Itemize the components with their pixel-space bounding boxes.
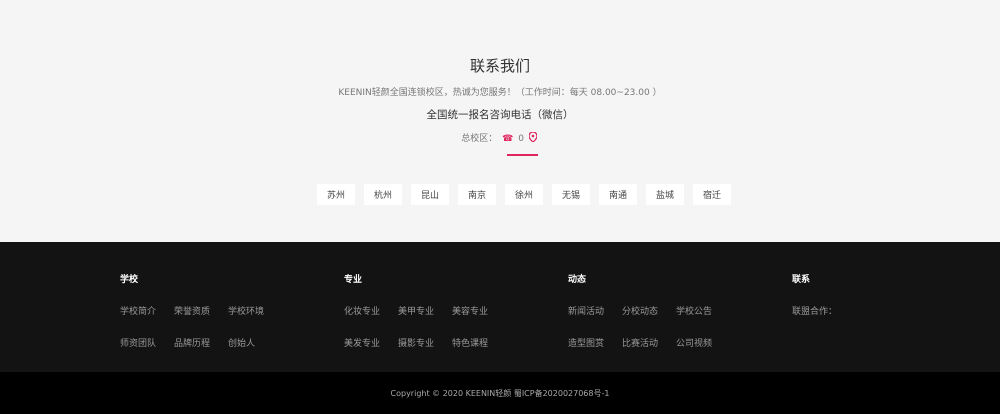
contact-section: 联系我们 KEENIN轻颜全国连锁校区，热诚为您服务！（工作时间：每天 08.0… (0, 0, 1000, 242)
footer-link[interactable]: 学校公告 (676, 304, 712, 317)
phone-icon: ☎ (502, 134, 514, 144)
city-suzhou[interactable]: 苏州 (317, 184, 355, 205)
campus-info: 总校区： ☎ 0 (0, 131, 1000, 144)
footer-link[interactable]: 美发专业 (344, 336, 380, 349)
city-hangzhou[interactable]: 杭州 (364, 184, 402, 205)
copyright-text: Copyright © 2020 KEENIN轻颜 蜀ICP备202002706… (390, 388, 610, 398)
footer-col-title: 联系 (792, 275, 811, 285)
footer-link[interactable]: 品牌历程 (174, 336, 210, 349)
city-nanjing[interactable]: 南京 (458, 184, 496, 205)
footer-link[interactable]: 荣誉资质 (174, 304, 210, 317)
location-pin-icon[interactable] (528, 131, 538, 144)
footer-col-title: 学校 (120, 275, 139, 285)
contact-title: 联系我们 (469, 57, 530, 75)
footer-link[interactable]: 造型图赏 (568, 336, 604, 349)
footer-col-contact: 联系 联盟合作： (792, 272, 837, 336)
city-xuzhou[interactable]: 徐州 (505, 184, 543, 205)
city-suqian[interactable]: 宿迁 (693, 184, 731, 205)
footer-link[interactable]: 学校环境 (228, 304, 264, 317)
footer-col-title: 专业 (344, 275, 363, 285)
city-yancheng[interactable]: 盐城 (646, 184, 684, 205)
accent-divider (507, 154, 538, 156)
footer-link[interactable]: 特色课程 (452, 336, 488, 349)
footer-link[interactable]: 联盟合作： (792, 304, 837, 317)
footer-link[interactable]: 新闻活动 (568, 304, 604, 317)
footer-link[interactable]: 公司视频 (676, 336, 712, 349)
city-wuxi[interactable]: 无锡 (552, 184, 590, 205)
copyright-bar: Copyright © 2020 KEENIN轻颜 蜀ICP备202002706… (0, 372, 1000, 414)
footer-link[interactable]: 比赛活动 (622, 336, 658, 349)
footer-link[interactable]: 师资团队 (120, 336, 156, 349)
footer-col-school: 学校 学校简介 荣誉资质 学校环境 师资团队 品牌历程 创始人 (120, 272, 264, 368)
footer-col-news: 动态 新闻活动 分校动态 学校公告 造型图赏 比赛活动 公司视频 (568, 272, 712, 368)
city-nantong[interactable]: 南通 (599, 184, 637, 205)
city-kunshan[interactable]: 昆山 (411, 184, 449, 205)
footer-link[interactable]: 分校动态 (622, 304, 658, 317)
footer-link[interactable]: 化妆专业 (344, 304, 380, 317)
footer-link[interactable]: 美甲专业 (398, 304, 434, 317)
footer-link[interactable]: 美容专业 (452, 304, 488, 317)
phone-value[interactable]: 0 (518, 134, 524, 144)
contact-description: KEENIN轻颜全国连锁校区，热诚为您服务！（工作时间：每天 08.00~23.… (338, 88, 662, 98)
footer-link[interactable]: 摄影专业 (398, 336, 434, 349)
footer-nav: 学校 学校简介 荣誉资质 学校环境 师资团队 品牌历程 创始人 专业 化妆专业 … (0, 242, 1000, 372)
footer-link[interactable]: 创始人 (228, 336, 255, 349)
footer-col-major: 专业 化妆专业 美甲专业 美容专业 美发专业 摄影专业 特色课程 (344, 272, 488, 368)
campus-label: 总校区： (461, 134, 498, 144)
phone-title: 全国统一报名咨询电话（微信） (426, 109, 574, 121)
footer-col-title: 动态 (568, 275, 587, 285)
footer-link[interactable]: 学校简介 (120, 304, 156, 317)
city-list: 苏州 杭州 昆山 南京 徐州 无锡 南通 盐城 宿迁 (317, 184, 731, 205)
